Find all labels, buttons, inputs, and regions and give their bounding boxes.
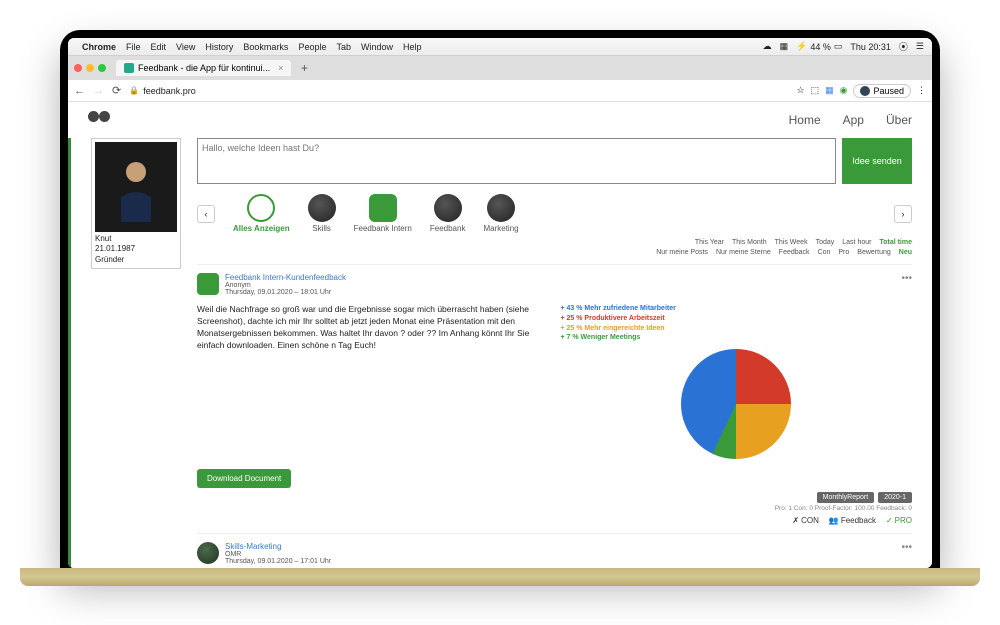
post-menu-button[interactable]: •••: [901, 542, 912, 553]
spotlight-icon[interactable]: ⦿: [899, 40, 908, 53]
category-all-icon: [247, 194, 275, 222]
category-next-button[interactable]: ›: [894, 205, 912, 223]
post-title[interactable]: Skills-Marketing: [225, 542, 331, 551]
status-icon[interactable]: ☁: [763, 41, 772, 52]
post-author: Anonym: [225, 282, 346, 289]
clock[interactable]: Thu 20:31: [850, 42, 891, 52]
category-skills[interactable]: Skills: [308, 194, 336, 233]
post-tag[interactable]: MonthlyReport: [817, 492, 875, 503]
extension-icon[interactable]: ⬚: [811, 85, 820, 96]
nav-about[interactable]: Über: [886, 113, 912, 127]
profile-button[interactable]: Paused: [853, 84, 911, 98]
pie-chart: [681, 349, 791, 459]
category-skills-icon: [308, 194, 336, 222]
extension-icon[interactable]: ◉: [840, 85, 848, 96]
menu-edit[interactable]: Edit: [151, 42, 167, 52]
forward-button[interactable]: →: [93, 85, 104, 97]
filter-new[interactable]: Neu: [899, 249, 912, 256]
category-feedbank[interactable]: Feedbank: [430, 194, 466, 233]
minimize-window-button[interactable]: [86, 64, 94, 72]
lock-icon: 🔒: [129, 86, 139, 95]
site-header: Home App Über: [68, 102, 932, 138]
menu-file[interactable]: File: [126, 42, 141, 52]
category-feedbank-icon: [434, 194, 462, 222]
site-logo-icon[interactable]: [88, 109, 110, 131]
profile-card: Knut 21.01.1987 Gründer: [91, 138, 181, 269]
profile-dob: 21.01.1987: [95, 244, 177, 254]
filter-mystars[interactable]: Nur meine Sterne: [716, 249, 771, 256]
menu-icon[interactable]: ⋮: [917, 85, 926, 96]
filter-total[interactable]: Total time: [879, 239, 912, 246]
post-author: OMR: [225, 551, 331, 558]
feedback-button[interactable]: 👥Feedback: [829, 516, 876, 525]
profile-photo: [95, 142, 177, 232]
download-button[interactable]: Download Document: [197, 469, 291, 488]
post-time: Thursday, 09.01.2020 – 17:01 Uhr: [225, 558, 331, 565]
filter-week[interactable]: This Week: [775, 239, 808, 246]
browser-tabbar: Feedbank - die App für kontinui... × +: [68, 56, 932, 80]
close-window-button[interactable]: [74, 64, 82, 72]
menu-app[interactable]: Chrome: [82, 42, 116, 52]
profile-name: Knut: [95, 234, 177, 244]
post-title[interactable]: Feedbank Intern-Kundenfeedback: [225, 273, 346, 282]
filter-today[interactable]: Today: [816, 239, 835, 246]
filter-myposts[interactable]: Nur meine Posts: [656, 249, 708, 256]
new-tab-button[interactable]: +: [297, 61, 311, 75]
nav-app[interactable]: App: [843, 113, 864, 127]
menu-tab[interactable]: Tab: [336, 42, 351, 52]
star-icon[interactable]: ☆: [797, 85, 805, 96]
post-text: Weil die Nachfrage so groß war und die E…: [197, 304, 549, 459]
post-time: Thursday, 09.01.2020 – 18:01 Uhr: [225, 289, 346, 296]
filter-feedback[interactable]: Feedback: [779, 249, 810, 256]
category-marketing[interactable]: Marketing: [483, 194, 518, 233]
category-intern[interactable]: Feedbank Intern: [354, 194, 412, 233]
filter-hour[interactable]: Last hour: [842, 239, 871, 246]
browser-toolbar: ← → ⟳ 🔒 feedbank.pro ☆ ⬚ ▦ ◉ Paused ⋮: [68, 80, 932, 102]
post-stats: Pro: 1 Con: 0 Proof-Factor: 100.00 Feedb…: [197, 505, 912, 512]
menu-help[interactable]: Help: [403, 42, 422, 52]
maximize-window-button[interactable]: [98, 64, 106, 72]
category-prev-button[interactable]: ‹: [197, 205, 215, 223]
favicon-icon: [124, 63, 134, 73]
tab-title: Feedbank - die App für kontinui...: [138, 63, 270, 73]
menu-view[interactable]: View: [176, 42, 195, 52]
post-avatar-icon: [197, 542, 219, 564]
category-all[interactable]: Alles Anzeigen: [233, 194, 290, 233]
category-intern-icon: [369, 194, 397, 222]
profile-role: Gründer: [95, 255, 177, 265]
address-bar[interactable]: 🔒 feedbank.pro: [129, 86, 196, 96]
battery-status[interactable]: ⚡ 44 % ▭: [796, 41, 842, 52]
nav-home[interactable]: Home: [789, 113, 821, 127]
con-button[interactable]: ✗CON: [792, 516, 818, 525]
filter-pro[interactable]: Pro: [838, 249, 849, 256]
status-icon[interactable]: ▦: [780, 41, 789, 52]
post-tag[interactable]: 2020-1: [878, 492, 912, 503]
macos-menubar: Chrome File Edit View History Bookmarks …: [68, 38, 932, 56]
post-card: Skills-Marketing OMR Thursday, 09.01.202…: [197, 533, 912, 565]
chart-legend: + 43 % Mehr zufriedene Mitarbeiter + 25 …: [561, 304, 913, 343]
filter-year[interactable]: This Year: [695, 239, 724, 246]
post-menu-button[interactable]: •••: [901, 273, 912, 284]
post-card: Feedbank Intern-Kundenfeedback Anonym Th…: [197, 264, 912, 525]
back-button[interactable]: ←: [74, 85, 85, 97]
menu-people[interactable]: People: [298, 42, 326, 52]
avatar-icon: [860, 86, 870, 96]
menu-bookmarks[interactable]: Bookmarks: [243, 42, 288, 52]
extension-icon[interactable]: ▦: [825, 85, 834, 96]
reload-button[interactable]: ⟳: [112, 84, 121, 97]
post-avatar-icon: [197, 273, 219, 295]
idea-input[interactable]: [197, 138, 836, 184]
pro-button[interactable]: ✓PRO: [886, 516, 912, 525]
url-text: feedbank.pro: [143, 86, 196, 96]
filter-rating[interactable]: Bewertung: [857, 249, 890, 256]
menu-history[interactable]: History: [205, 42, 233, 52]
browser-tab[interactable]: Feedbank - die App für kontinui... ×: [116, 60, 291, 76]
category-marketing-icon: [487, 194, 515, 222]
send-idea-button[interactable]: Idee senden: [842, 138, 912, 184]
notification-icon[interactable]: ☰: [916, 41, 924, 52]
filter-con[interactable]: Con: [818, 249, 831, 256]
menu-window[interactable]: Window: [361, 42, 393, 52]
filter-month[interactable]: This Month: [732, 239, 767, 246]
close-tab-icon[interactable]: ×: [278, 63, 283, 73]
